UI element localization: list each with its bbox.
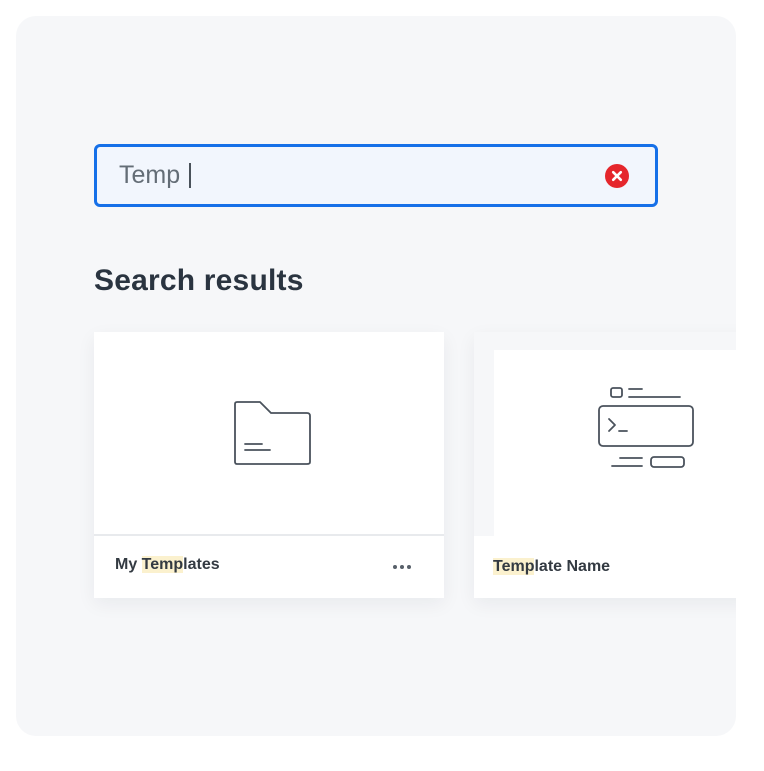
result-card-template-name[interactable]: Template Name (474, 332, 736, 598)
title-text: lates (183, 556, 220, 573)
clear-search-button[interactable] (605, 164, 629, 188)
title-text: late Name (534, 558, 611, 575)
text-cursor (189, 163, 191, 188)
card-thumbnail (94, 332, 444, 536)
search-panel: Search results My Templates (16, 16, 736, 736)
more-horizontal-icon (400, 565, 404, 569)
card-thumbnail-area (474, 332, 736, 536)
terminal-template-icon (594, 386, 694, 481)
more-horizontal-icon (407, 565, 411, 569)
card-thumbnail (494, 350, 736, 536)
more-horizontal-icon (393, 565, 397, 569)
result-card-my-templates[interactable]: My Templates (94, 332, 444, 598)
more-options-button[interactable] (392, 558, 414, 574)
card-footer: Template Name (474, 536, 736, 598)
search-box[interactable] (94, 144, 658, 207)
clear-x-icon (611, 170, 623, 182)
search-highlight: Temp (141, 556, 184, 573)
title-text: My (115, 556, 142, 573)
search-results-heading: Search results (94, 264, 304, 297)
card-footer: My Templates (94, 536, 444, 598)
folder-icon (232, 400, 314, 471)
card-title: My Templates (115, 534, 220, 596)
card-title: Template Name (493, 536, 610, 598)
search-highlight: Temp (493, 558, 535, 575)
